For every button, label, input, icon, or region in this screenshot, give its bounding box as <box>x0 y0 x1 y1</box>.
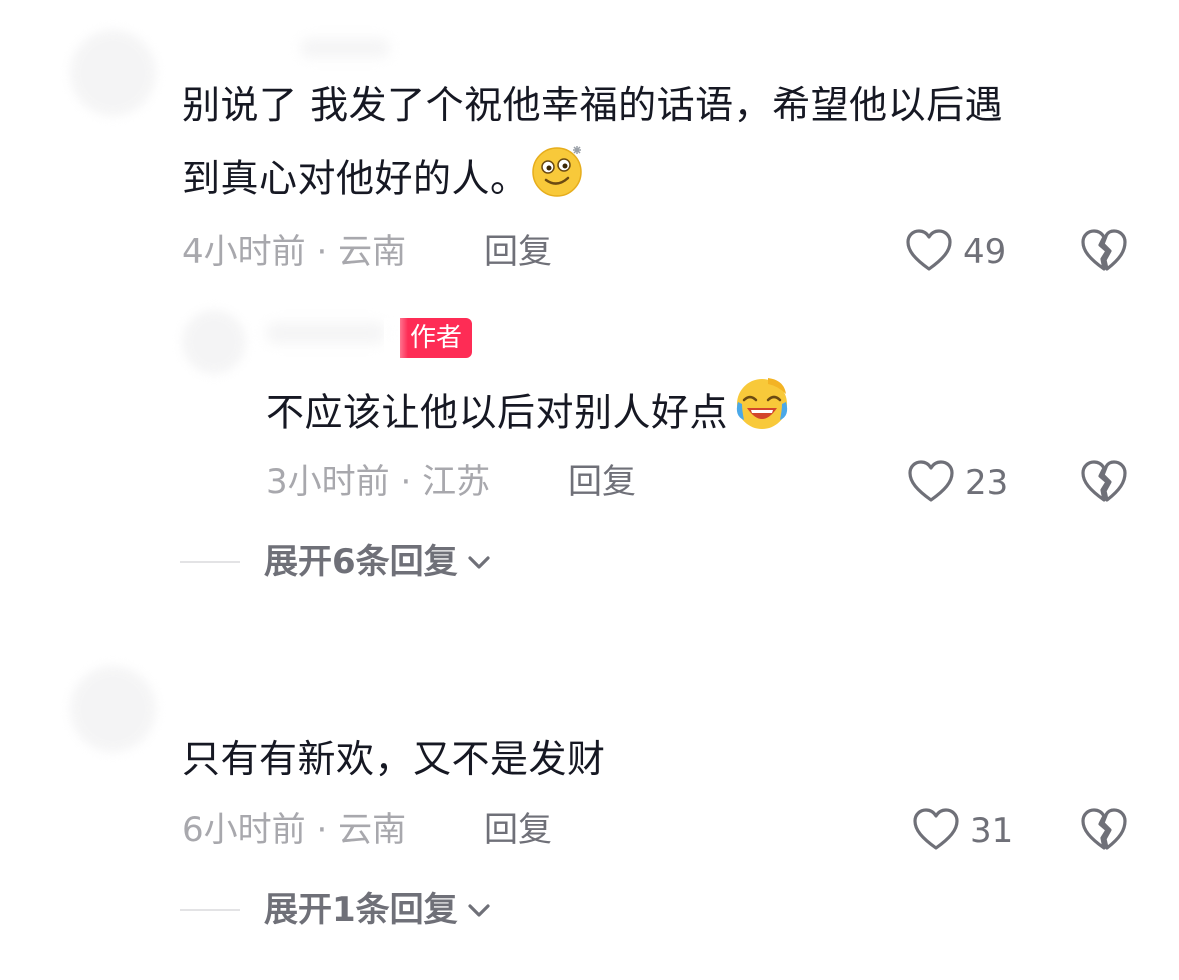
chevron-down-icon <box>466 552 492 576</box>
comment-item: 只有有新欢，又不是发财 6小时前 · 云南 回复 31 <box>0 640 1179 870</box>
like-button[interactable]: 49 <box>905 227 1006 277</box>
avatar[interactable] <box>70 666 156 752</box>
reply-button[interactable]: 回复 <box>568 462 636 502</box>
like-button[interactable]: 23 <box>907 458 1008 508</box>
like-count: 49 <box>963 232 1007 272</box>
comment-location: 云南 <box>338 810 407 850</box>
heart-outline-icon <box>907 458 955 508</box>
dizzy-smile-emoji <box>529 140 589 222</box>
comment-location: 云南 <box>338 232 407 272</box>
author-badge-label: 作者 <box>410 323 463 353</box>
expand-replies-button[interactable]: 展开1条回复 <box>180 890 492 930</box>
meta-separator: · <box>389 462 423 502</box>
broken-heart-icon <box>1080 808 1128 856</box>
divider <box>180 561 240 563</box>
comment-text-content: 不应该让他以后对别人好点 <box>266 390 729 435</box>
meta-separator: · <box>305 810 339 850</box>
comment-text-content: 只有有新欢，又不是发财 <box>182 737 606 781</box>
dislike-button[interactable] <box>1080 227 1128 277</box>
crying-laughing-emoji <box>732 374 792 456</box>
expand-replies-label: 展开6条回复 <box>264 542 458 582</box>
meta-separator: · <box>305 232 339 272</box>
comment-text: 只有有新欢，又不是发财 <box>182 724 1142 794</box>
comment-time: 3小时前 <box>266 462 390 502</box>
avatar[interactable] <box>70 30 156 116</box>
broken-heart-icon <box>1080 460 1128 508</box>
comment-text-line: 到真心对他好的人。 <box>182 140 1162 222</box>
comment-text: 不应该让他以后对别人好点 <box>266 374 1146 456</box>
avatar[interactable] <box>182 310 246 374</box>
comment-text-line: 别说了 我发了个祝他幸福的话语，希望他以后遇 <box>182 83 1004 127</box>
dislike-button[interactable] <box>1080 806 1128 856</box>
like-count: 23 <box>965 463 1009 503</box>
reply-button[interactable]: 回复 <box>484 810 552 850</box>
chevron-down-icon <box>466 900 492 924</box>
comment-time: 6小时前 <box>182 810 306 850</box>
comment-meta: 6小时前 · 云南 <box>182 810 406 850</box>
like-button[interactable]: 31 <box>912 806 1013 856</box>
expand-replies-button[interactable]: 展开6条回复 <box>180 542 492 582</box>
username[interactable] <box>300 38 390 58</box>
heart-outline-icon <box>912 806 960 856</box>
comment-item: 别说了 我发了个祝他幸福的话语，希望他以后遇 到真心对他好的人。 4小时前 · … <box>0 0 1179 290</box>
broken-heart-icon <box>1080 229 1128 277</box>
divider <box>180 909 240 911</box>
expand-replies-label: 展开1条回复 <box>264 890 458 930</box>
badge-fade <box>384 318 408 358</box>
username[interactable] <box>266 322 386 344</box>
comment-time: 4小时前 <box>182 232 306 272</box>
like-count: 31 <box>970 811 1014 851</box>
reply-item: 作者 不应该让他以后对别人好点 3小时前 · 江苏 回复 23 <box>0 300 1179 530</box>
reply-button[interactable]: 回复 <box>484 232 552 272</box>
heart-outline-icon <box>905 227 953 277</box>
comment-text: 别说了 我发了个祝他幸福的话语，希望他以后遇 到真心对他好的人。 <box>182 70 1162 222</box>
dislike-button[interactable] <box>1080 458 1128 508</box>
author-badge: 作者 <box>384 318 473 358</box>
comment-meta: 4小时前 · 云南 <box>182 232 406 272</box>
comment-location: 江苏 <box>422 462 491 502</box>
comment-meta: 3小时前 · 江苏 <box>266 462 490 502</box>
